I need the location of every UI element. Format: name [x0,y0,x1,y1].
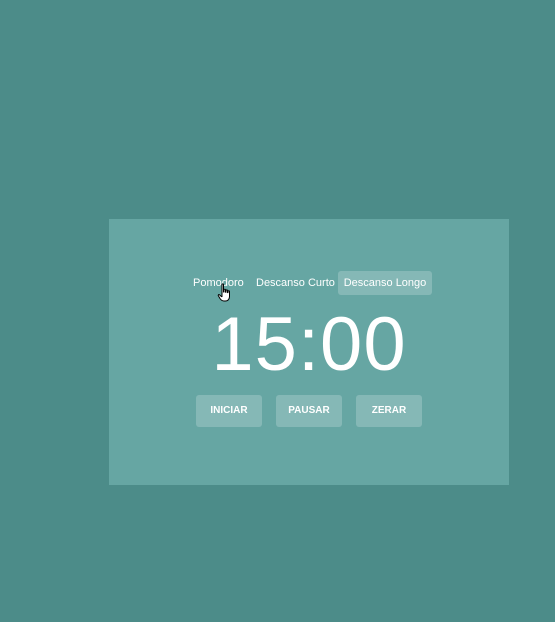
timer-display: 15:00 [211,302,407,387]
mode-tabs: Pomodoro Descanso Curto Descanso Longo [109,271,509,295]
pomodoro-card: Pomodoro Descanso Curto Descanso Longo 1… [109,219,509,485]
tab-descanso-curto[interactable]: Descanso Curto [256,271,335,295]
hand-pointer-icon [217,283,230,302]
tab-descanso-longo[interactable]: Descanso Longo [338,271,432,295]
start-button[interactable]: INICIAR [196,395,262,427]
reset-button[interactable]: ZERAR [356,395,422,427]
pause-button[interactable]: PAUSAR [276,395,342,427]
